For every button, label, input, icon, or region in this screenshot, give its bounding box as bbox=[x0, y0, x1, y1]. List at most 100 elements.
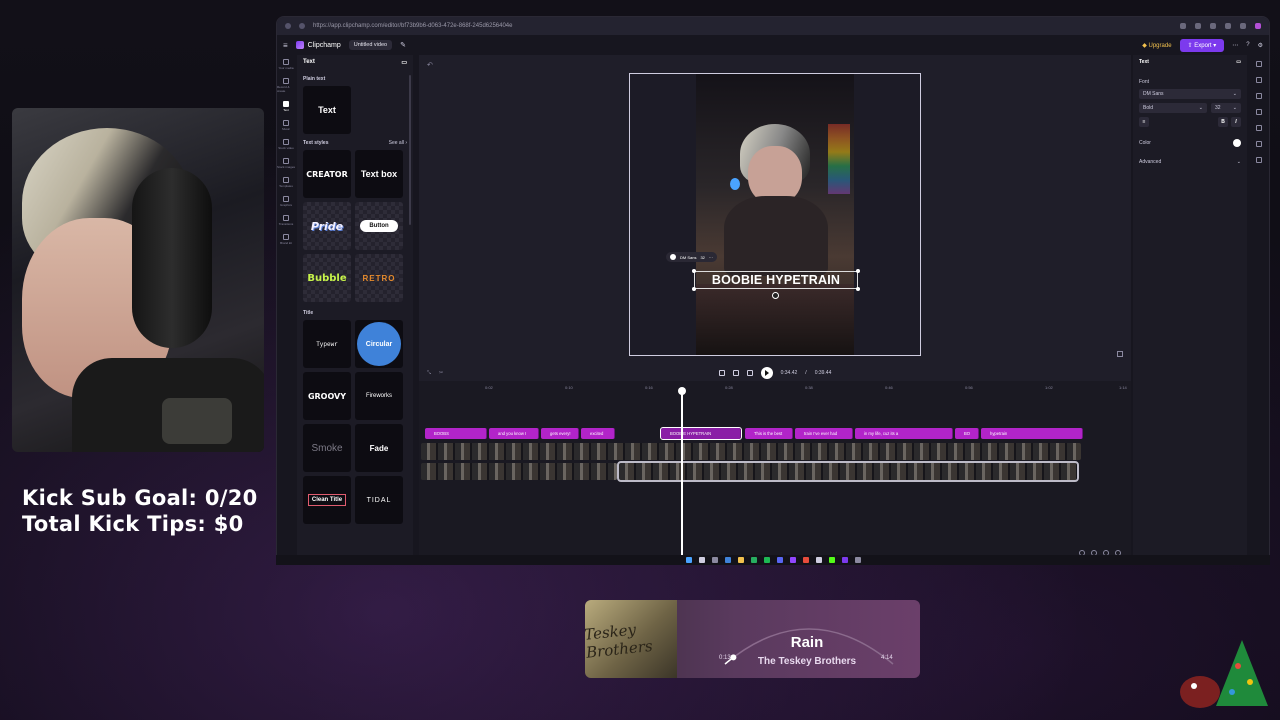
fade-icon[interactable] bbox=[1256, 77, 1262, 83]
search-icon[interactable] bbox=[698, 557, 705, 563]
video-track-2a[interactable] bbox=[421, 463, 617, 480]
title-tile-fireworks[interactable]: Fireworks bbox=[355, 372, 403, 420]
rewind-icon[interactable] bbox=[732, 370, 739, 376]
app-icon[interactable] bbox=[789, 557, 796, 563]
undo-icon[interactable]: ↶ bbox=[427, 61, 433, 69]
rail-item-record[interactable]: Record & create bbox=[277, 78, 295, 93]
app-icon[interactable] bbox=[815, 557, 822, 563]
text-clip[interactable]: BOOBS bbox=[425, 428, 487, 439]
folder-icon[interactable] bbox=[737, 557, 744, 563]
speed-icon[interactable] bbox=[1256, 141, 1262, 147]
filters-icon[interactable] bbox=[1256, 93, 1262, 99]
resize-handle[interactable] bbox=[856, 287, 860, 291]
start-icon[interactable] bbox=[685, 557, 692, 563]
effects-icon[interactable] bbox=[1256, 109, 1262, 115]
kick-icon[interactable] bbox=[828, 557, 835, 563]
playhead[interactable] bbox=[678, 387, 686, 559]
share-icon[interactable]: ⋯ bbox=[1232, 42, 1238, 49]
text-clip[interactable]: This is the best bbox=[745, 428, 793, 439]
menu-icon[interactable]: ≡ bbox=[283, 41, 288, 50]
mini-size[interactable]: 32 bbox=[700, 255, 704, 260]
preview-video[interactable] bbox=[696, 74, 854, 355]
style-tile-button[interactable]: Button bbox=[355, 202, 403, 250]
more-icon[interactable]: ⋯ bbox=[709, 255, 713, 260]
profile-icon[interactable] bbox=[1255, 23, 1261, 29]
bold-button[interactable]: B bbox=[1218, 117, 1228, 127]
title-tile-typewriter[interactable]: Typewr bbox=[303, 320, 351, 368]
align-icon[interactable]: ≡ bbox=[1139, 117, 1149, 127]
rail-item-graphics[interactable]: Graphics bbox=[277, 196, 295, 207]
text-clip[interactable]: BO bbox=[955, 428, 979, 439]
upgrade-button[interactable]: ◆ Upgrade bbox=[1142, 42, 1171, 49]
extension-icon[interactable] bbox=[1180, 23, 1186, 29]
style-tile-pride[interactable]: Pride bbox=[303, 202, 351, 250]
adjust-colors-icon[interactable] bbox=[1256, 125, 1262, 131]
resize-handle[interactable] bbox=[692, 287, 696, 291]
see-all-link[interactable]: See all › bbox=[389, 140, 407, 146]
collapse-panel-icon[interactable]: ▭ bbox=[401, 59, 407, 66]
mini-font[interactable]: DM Sans bbox=[680, 255, 696, 260]
extension-icon[interactable] bbox=[1240, 23, 1246, 29]
magic-cut-icon[interactable]: ⤡ bbox=[427, 370, 431, 376]
edge-icon[interactable] bbox=[724, 557, 731, 563]
style-tile-creator[interactable]: CREATOR bbox=[303, 150, 351, 198]
selected-text-element[interactable]: BOOBIE HYPETRAIN bbox=[694, 271, 858, 289]
clipchamp-icon[interactable] bbox=[841, 557, 848, 563]
skip-back-icon[interactable] bbox=[718, 370, 725, 376]
url-text[interactable]: https://app.clipchamp.com/editor/bf73b9b… bbox=[313, 23, 1172, 29]
rail-item-music[interactable]: Music bbox=[277, 120, 295, 131]
rail-item-text[interactable]: Text bbox=[277, 101, 295, 112]
style-tile-retro[interactable]: RETRO bbox=[355, 254, 403, 302]
color-swatch-icon[interactable] bbox=[670, 254, 676, 260]
title-tile-groovy[interactable]: GROOVY bbox=[303, 372, 351, 420]
video-track-2b[interactable] bbox=[617, 461, 1079, 482]
magic-icon[interactable]: ✎ bbox=[400, 41, 406, 49]
advanced-row[interactable]: Advanced ⌄ bbox=[1139, 159, 1241, 165]
forward-icon[interactable] bbox=[746, 370, 753, 376]
export-button[interactable]: ⇧ Export ▾ bbox=[1179, 38, 1225, 52]
panel-scrollbar[interactable] bbox=[409, 75, 411, 225]
play-button[interactable] bbox=[760, 367, 773, 379]
extension-icon[interactable] bbox=[1225, 23, 1231, 29]
help-icon[interactable]: ? bbox=[1246, 42, 1249, 48]
title-tile-smoke[interactable]: Smoke bbox=[303, 424, 351, 472]
spotify-icon[interactable] bbox=[763, 557, 770, 563]
color-row[interactable]: Color bbox=[1139, 139, 1241, 147]
rail-item-templates[interactable]: Templates bbox=[277, 177, 295, 188]
time-ruler[interactable]: 0:02 0:10 0:16 0:28 0:38 0:46 0:56 1:02 … bbox=[419, 381, 1131, 393]
video-track-1[interactable] bbox=[421, 443, 1081, 460]
captions-icon[interactable] bbox=[1256, 61, 1262, 67]
rail-item-transitions[interactable]: Transitions bbox=[277, 215, 295, 226]
resize-handle[interactable] bbox=[692, 269, 696, 273]
title-tile-circular[interactable]: Circular bbox=[355, 320, 403, 368]
project-title[interactable]: Untitled video bbox=[348, 40, 393, 50]
favorite-icon[interactable] bbox=[1195, 23, 1201, 29]
text-clip-selected[interactable]: BOOBIE HYPETRAIN bbox=[660, 427, 742, 440]
font-select[interactable]: DM Sans ⌄ bbox=[1139, 89, 1241, 99]
discord-icon[interactable] bbox=[776, 557, 783, 563]
taskview-icon[interactable] bbox=[711, 557, 718, 563]
style-tile-textbox[interactable]: Text box bbox=[355, 150, 403, 198]
plain-text-tile[interactable]: Text bbox=[303, 86, 351, 134]
rail-item-stock-video[interactable]: Stock video bbox=[277, 139, 295, 150]
text-clip[interactable]: in my life, cuz its a bbox=[855, 428, 953, 439]
resize-handle[interactable] bbox=[856, 269, 860, 273]
collapse-props-icon[interactable]: ▭ bbox=[1236, 59, 1241, 65]
title-tile-tidal[interactable]: TIDAL bbox=[355, 476, 403, 524]
app-icon[interactable] bbox=[854, 557, 861, 563]
color-swatch[interactable] bbox=[1233, 139, 1241, 147]
split-icon[interactable]: ✂ bbox=[439, 370, 443, 376]
transition-icon[interactable] bbox=[1256, 157, 1262, 163]
size-select[interactable]: 32 ⌄ bbox=[1211, 103, 1241, 113]
rotate-handle[interactable] bbox=[772, 292, 779, 299]
refresh-icon[interactable] bbox=[299, 23, 305, 29]
rail-item-media[interactable]: Your media bbox=[277, 59, 295, 70]
app-icon[interactable] bbox=[750, 557, 757, 563]
app-icon[interactable] bbox=[802, 557, 809, 563]
text-clip[interactable]: and you know I bbox=[489, 428, 539, 439]
style-tile-bubble[interactable]: Bubble bbox=[303, 254, 351, 302]
back-icon[interactable] bbox=[285, 23, 291, 29]
fullscreen-icon[interactable] bbox=[1117, 351, 1123, 357]
settings-icon[interactable]: ⚙ bbox=[1258, 42, 1263, 49]
text-clip[interactable]: train I've ever had bbox=[795, 428, 853, 439]
